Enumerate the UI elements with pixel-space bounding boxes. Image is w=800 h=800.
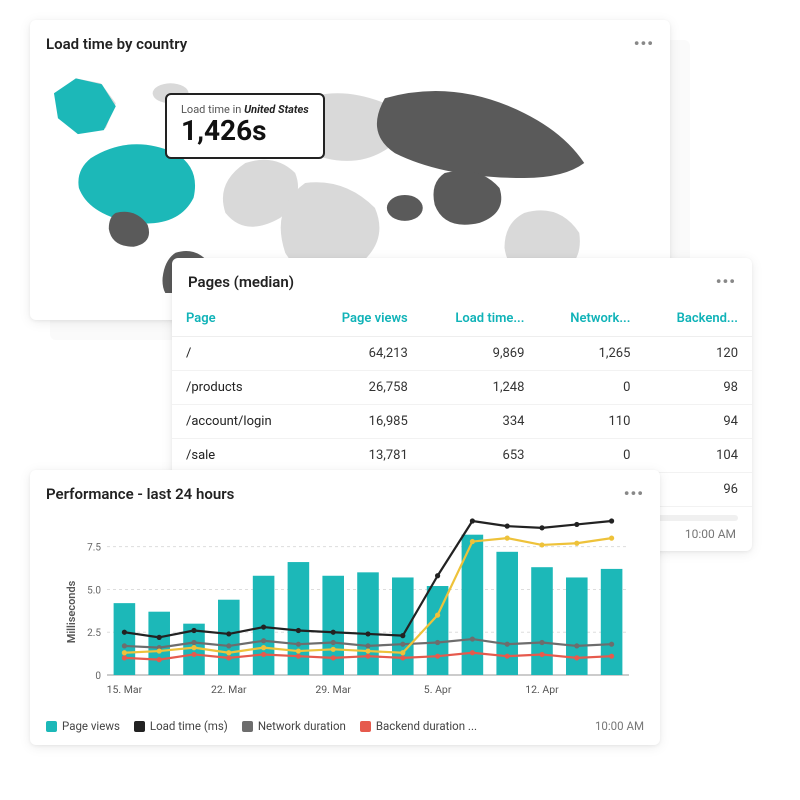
map-tooltip-value: 1,426s (181, 116, 309, 147)
table-row[interactable]: /64,2139,8691,265120 (172, 337, 752, 371)
map-card-title: Load time by country (46, 35, 187, 53)
table-row[interactable]: /sale13,7816530104 (172, 439, 752, 473)
cell: 26,758 (309, 371, 422, 405)
cell: 120 (644, 337, 752, 371)
cell: 64,213 (309, 337, 422, 371)
cell: /sale (172, 439, 309, 473)
chart-timestamp: 10:00 AM (595, 719, 644, 733)
cell: 98 (644, 371, 752, 405)
table-row[interactable]: /products26,7581,248098 (172, 371, 752, 405)
svg-text:2.5: 2.5 (87, 628, 101, 639)
cell: 13,781 (309, 439, 422, 473)
table-header-row: Page Page views Load time... Network... … (172, 301, 752, 337)
legend-backend[interactable]: Backend duration ... (360, 719, 477, 733)
cell: 96 (644, 473, 752, 507)
performance-chart-svg: 0 2.5 5.0 7.5 15. Mar 22. Mar 29. Mar 5. Apr 12.… (74, 513, 644, 703)
cell: / (172, 337, 309, 371)
svg-text:0: 0 (95, 671, 101, 682)
col-network[interactable]: Network... (538, 301, 644, 337)
col-page[interactable]: Page (172, 301, 309, 337)
legend-label: Backend duration ... (376, 719, 477, 733)
cell: 334 (422, 405, 539, 439)
table-row[interactable]: /account/login16,98533411094 (172, 405, 752, 439)
svg-text:29. Mar: 29. Mar (315, 683, 351, 696)
cell: 1,265 (538, 337, 644, 371)
cell: /account/login (172, 405, 309, 439)
svg-text:15. Mar: 15. Mar (107, 683, 143, 696)
perf-card-header: Performance - last 24 hours ••• (30, 470, 660, 513)
legend-label: Page views (62, 719, 120, 733)
svg-text:5. Apr: 5. Apr (424, 683, 452, 696)
map-tooltip: Load time in United States 1,426s (165, 93, 325, 159)
table-card-title: Pages (median) (188, 273, 294, 291)
legend-label: Network duration (258, 719, 346, 733)
cell: /products (172, 371, 309, 405)
cell: 94 (644, 405, 752, 439)
col-load[interactable]: Load time... (422, 301, 539, 337)
svg-text:5.0: 5.0 (87, 585, 101, 596)
chart-legend: Page views Load time (ms) Network durati… (30, 711, 660, 733)
cell: 0 (538, 371, 644, 405)
cell: 104 (644, 439, 752, 473)
more-icon[interactable]: ••• (634, 34, 654, 53)
swatch-black (134, 721, 145, 732)
cell: 1,248 (422, 371, 539, 405)
chart-ylabel: Milliseconds (65, 581, 78, 644)
cell: 110 (538, 405, 644, 439)
performance-card: Performance - last 24 hours ••• Millisec… (30, 470, 660, 745)
cell: 653 (422, 439, 539, 473)
perf-card-title: Performance - last 24 hours (46, 485, 234, 503)
swatch-grey (242, 721, 253, 732)
legend-network[interactable]: Network duration (242, 719, 346, 733)
more-icon[interactable]: ••• (716, 272, 736, 291)
map-card-header: Load time by country ••• (30, 20, 670, 63)
svg-text:22. Mar: 22. Mar (211, 683, 247, 696)
svg-text:12. Apr: 12. Apr (525, 683, 559, 696)
cell: 9,869 (422, 337, 539, 371)
col-views[interactable]: Page views (309, 301, 422, 337)
cell: 0 (538, 439, 644, 473)
more-icon[interactable]: ••• (624, 484, 644, 503)
legend-load-time[interactable]: Load time (ms) (134, 719, 228, 733)
cell: 16,985 (309, 405, 422, 439)
swatch-red (360, 721, 371, 732)
performance-chart[interactable]: Milliseconds 0 2.5 5.0 7.5 15. Mar 22. Mar 29.… (30, 513, 660, 711)
col-backend[interactable]: Backend... (644, 301, 752, 337)
legend-label: Load time (ms) (150, 719, 228, 733)
swatch-teal (46, 721, 57, 732)
svg-text:7.5: 7.5 (87, 543, 101, 554)
table-card-header: Pages (median) ••• (172, 258, 752, 301)
legend-page-views[interactable]: Page views (46, 719, 120, 733)
